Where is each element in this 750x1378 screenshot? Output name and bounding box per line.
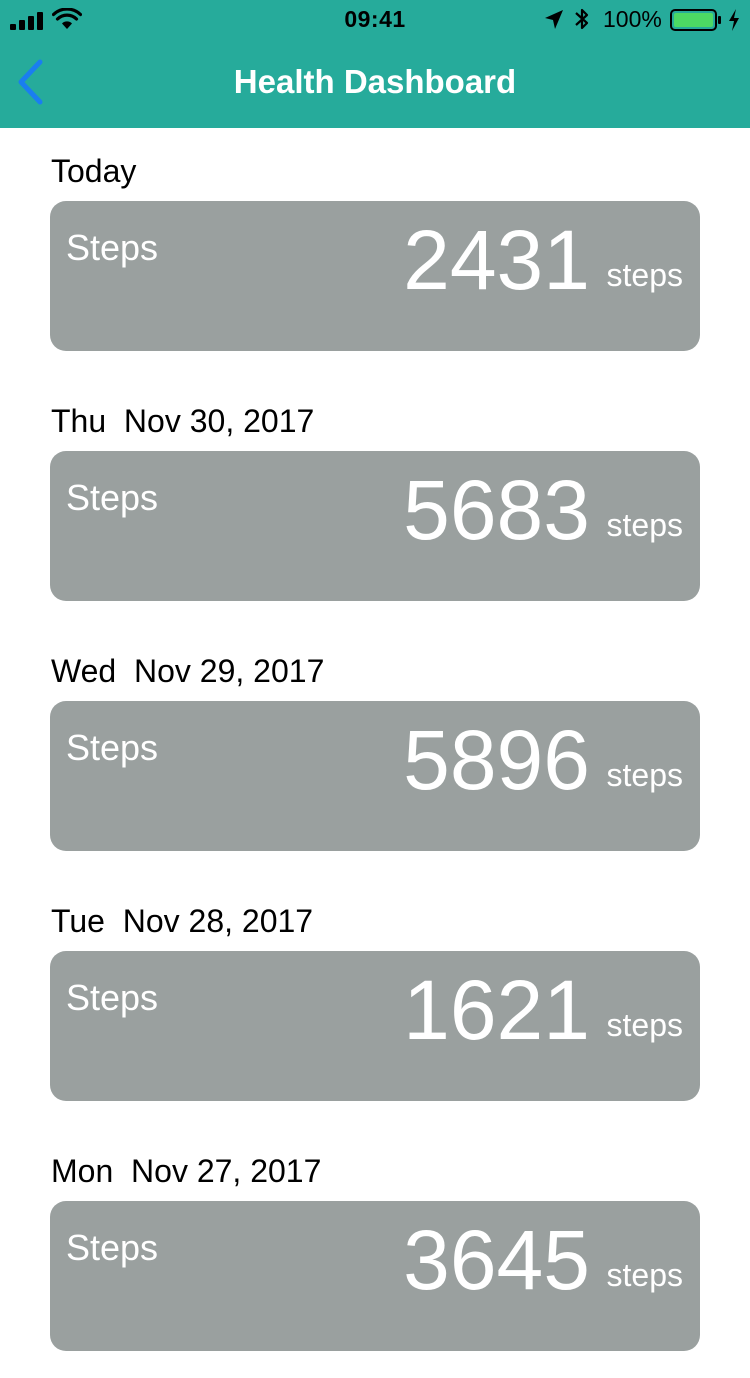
day-section-nov-29: Wed Nov 29, 2017 Steps 5896 steps bbox=[0, 628, 750, 878]
metric-label: Steps bbox=[66, 977, 159, 1018]
day-date-label: Wed Nov 29, 2017 bbox=[51, 653, 325, 689]
steps-card[interactable]: Steps 5896 steps bbox=[50, 701, 700, 851]
steps-unit: steps bbox=[606, 1007, 683, 1043]
battery-percentage: 100% bbox=[603, 6, 662, 32]
day-section-nov-27: Mon Nov 27, 2017 Steps 3645 steps bbox=[0, 1128, 750, 1378]
header-bar: 09:41 100% Health Dashboard bbox=[0, 0, 750, 128]
charging-bolt-icon bbox=[729, 9, 739, 31]
metric-label: Steps bbox=[66, 477, 159, 518]
day-section-nov-30: Thu Nov 30, 2017 Steps 5683 steps bbox=[0, 378, 750, 628]
steps-unit: steps bbox=[606, 1257, 683, 1293]
daily-steps-list[interactable]: Today Steps 2431 steps Thu Nov 30, 2017 … bbox=[0, 128, 750, 1378]
navigation-bar: Health Dashboard bbox=[0, 40, 750, 128]
bluetooth-icon bbox=[575, 8, 589, 30]
status-bar: 09:41 100% bbox=[0, 0, 750, 40]
day-date-label: Mon Nov 27, 2017 bbox=[51, 1153, 322, 1189]
steps-unit: steps bbox=[606, 257, 683, 293]
battery-icon bbox=[670, 9, 721, 31]
steps-value: 5683 bbox=[403, 463, 590, 557]
day-section-nov-28: Tue Nov 28, 2017 Steps 1621 steps bbox=[0, 878, 750, 1128]
steps-value: 1621 bbox=[403, 963, 590, 1057]
steps-card[interactable]: Steps 2431 steps bbox=[50, 201, 700, 351]
location-arrow-icon bbox=[545, 10, 563, 29]
steps-value: 2431 bbox=[403, 213, 590, 307]
metric-label: Steps bbox=[66, 1227, 159, 1268]
day-date-label: Thu Nov 30, 2017 bbox=[51, 403, 315, 439]
steps-card[interactable]: Steps 1621 steps bbox=[50, 951, 700, 1101]
day-section-today: Today Steps 2431 steps bbox=[0, 128, 750, 378]
steps-unit: steps bbox=[606, 507, 683, 543]
day-date-label: Today bbox=[51, 153, 137, 189]
steps-value: 5896 bbox=[403, 713, 590, 807]
page-title: Health Dashboard bbox=[233, 63, 517, 100]
steps-card[interactable]: Steps 5683 steps bbox=[50, 451, 700, 601]
metric-label: Steps bbox=[66, 227, 159, 268]
metric-label: Steps bbox=[66, 727, 159, 768]
day-date-label: Tue Nov 28, 2017 bbox=[51, 903, 314, 939]
steps-card[interactable]: Steps 3645 steps bbox=[50, 1201, 700, 1351]
steps-unit: steps bbox=[606, 757, 683, 793]
steps-value: 3645 bbox=[403, 1213, 590, 1307]
